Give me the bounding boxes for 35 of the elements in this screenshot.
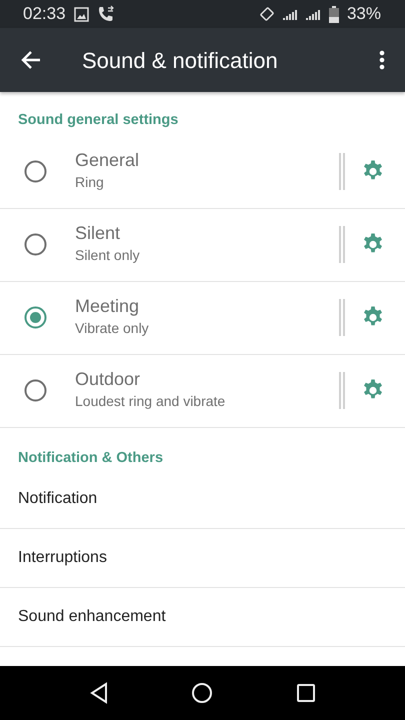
settings-item[interactable]: Sound enhancement bbox=[0, 588, 405, 646]
settings-item[interactable]: Notification bbox=[0, 470, 405, 528]
profile-name: Silent bbox=[75, 223, 122, 246]
clock-time: 02:33 bbox=[23, 3, 66, 26]
signal-icon bbox=[306, 8, 321, 20]
radio-button[interactable] bbox=[24, 233, 47, 256]
back-icon[interactable] bbox=[89, 682, 110, 704]
profile-name: Outdoor bbox=[75, 369, 142, 392]
section-header: Sound general settings bbox=[17, 111, 180, 130]
profile-name: Meeting bbox=[75, 296, 140, 318]
profile-description: Vibrate only bbox=[75, 319, 150, 338]
phone-icon bbox=[96, 5, 115, 23]
radio-button[interactable] bbox=[24, 306, 47, 330]
battery-icon bbox=[328, 6, 339, 22]
more-icon bbox=[379, 50, 385, 70]
profile-description: Loudest ring and vibrate bbox=[75, 392, 226, 412]
section-header: Notification & Others bbox=[17, 448, 164, 468]
settings-item[interactable]: Interruptions bbox=[0, 528, 405, 588]
recents-icon[interactable] bbox=[296, 683, 316, 703]
profile-description: Ring bbox=[75, 173, 105, 192]
profile-row[interactable]: General Ring bbox=[0, 136, 405, 209]
profile-name: General bbox=[75, 150, 140, 172]
profile-description: Silent only bbox=[75, 246, 141, 266]
profile-row[interactable]: Outdoor Loudest ring and vibrate bbox=[0, 354, 405, 428]
battery-percent: 33% bbox=[346, 3, 381, 26]
radio-button[interactable] bbox=[24, 160, 47, 184]
profile-row[interactable]: Silent Silent only bbox=[0, 208, 405, 282]
radio-button[interactable] bbox=[24, 379, 47, 402]
profile-row[interactable]: Meeting Vibrate only bbox=[0, 282, 405, 355]
back-arrow-icon bbox=[20, 49, 42, 71]
image-icon bbox=[74, 6, 89, 22]
signal-icon bbox=[282, 8, 298, 20]
vibrate-icon bbox=[258, 6, 275, 22]
home-icon[interactable] bbox=[191, 682, 214, 704]
screen-title: Sound & notification bbox=[82, 46, 278, 74]
